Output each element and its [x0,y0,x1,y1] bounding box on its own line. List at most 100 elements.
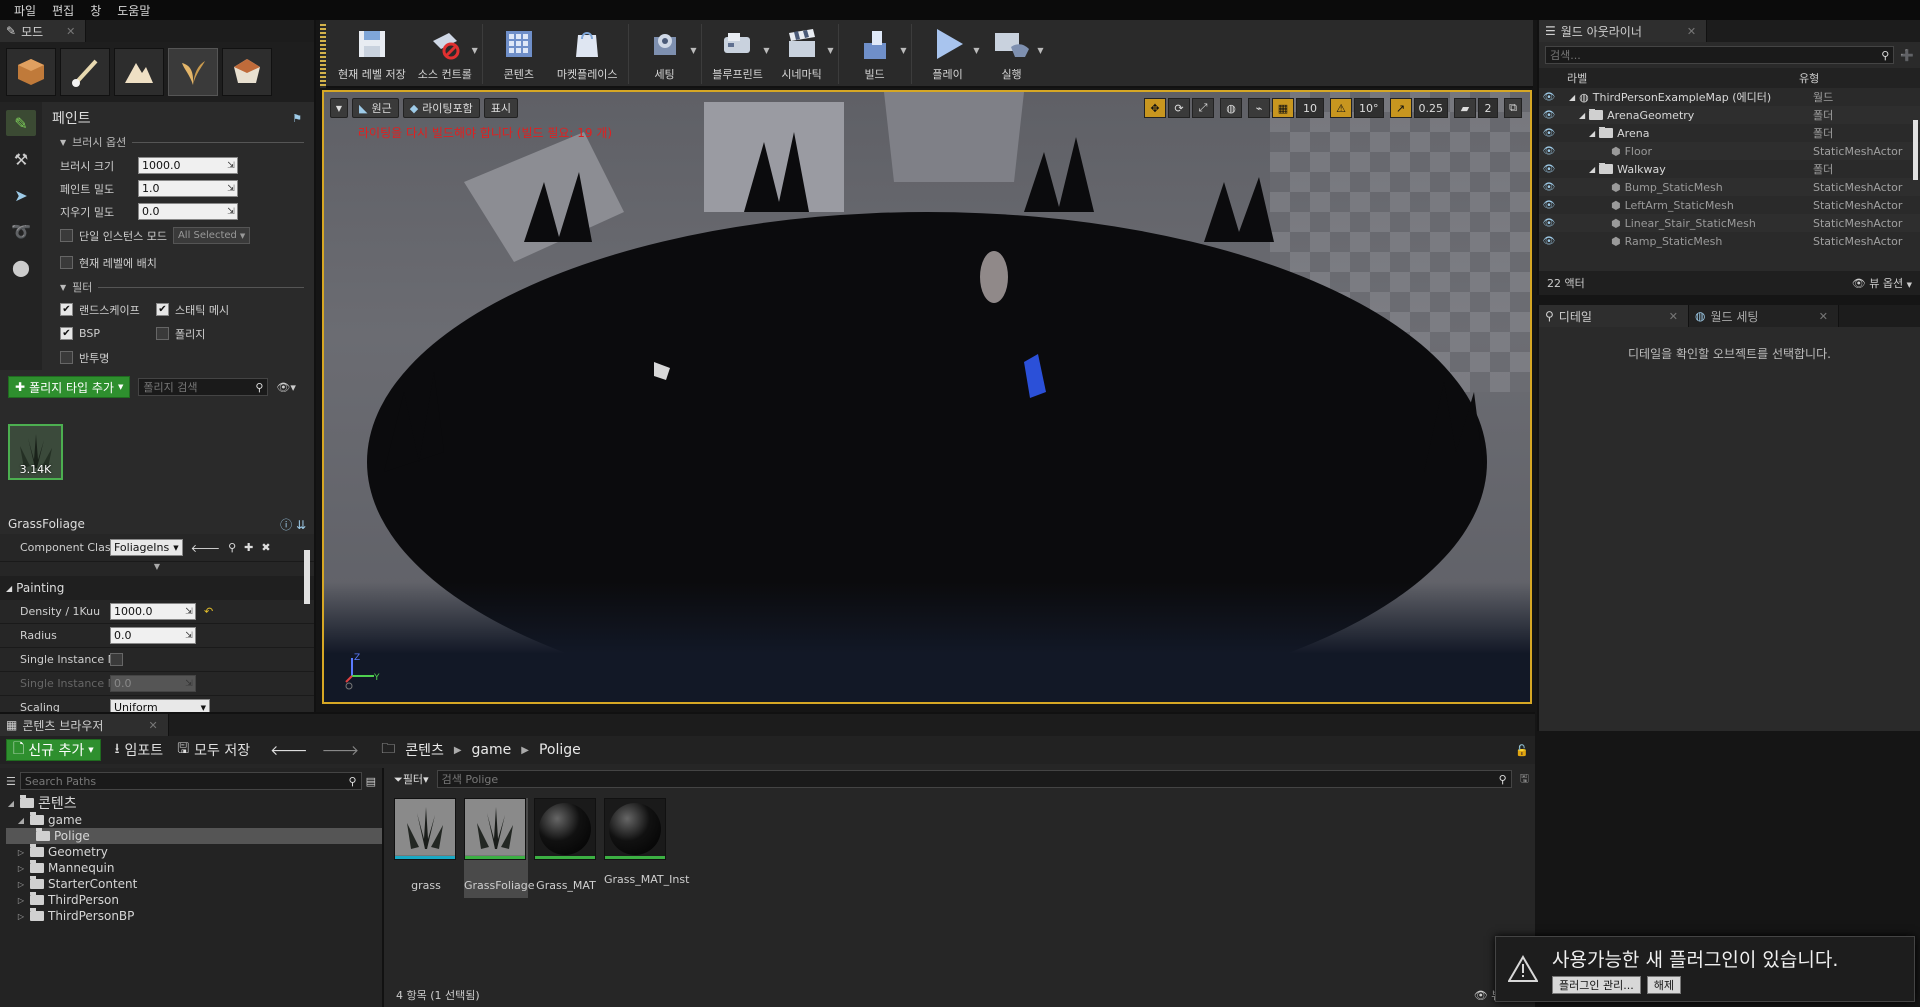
add-foliage-type-button[interactable]: ✚ 폴리지 타입 추가 ▼ [8,376,131,398]
asset-tile-grass-foliage[interactable]: GrassFoliage [464,798,535,898]
scale-snap-toggle[interactable]: ↗ [1389,98,1412,118]
filter-bsp-checkbox[interactable]: ✔ [60,327,73,340]
foliage-search-input[interactable]: 폴리지 검색 ⚲ [138,378,269,396]
landscape-mode-button[interactable] [114,48,164,96]
visibility-eye-icon[interactable]: 👁 [1539,128,1559,139]
tab-details[interactable]: ⚲ 디테일 ✕ [1539,305,1689,327]
visibility-eye-icon[interactable]: 👁 [1539,200,1559,211]
chevron-down-icon[interactable]: ▼ [690,46,696,55]
grid-snap-toggle[interactable]: ▦ [1272,98,1294,118]
blueprint-button[interactable]: 블루프린트 ▼ [706,24,770,82]
content-button[interactable]: 콘텐츠 [487,24,551,82]
eye-icon[interactable]: 👁▾ [276,381,296,394]
lock-icon[interactable]: 🔓 [1515,744,1529,757]
drag-arrows-icon[interactable]: ⇲ [225,184,237,194]
visibility-eye-icon[interactable]: 👁 [1539,218,1559,229]
dismiss-button[interactable]: 해제 [1646,975,1681,994]
filter-button[interactable]: ⏷필터▾ [394,771,429,787]
paint-tool-button[interactable]: ✎ [6,110,36,136]
add-actor-icon[interactable]: ➕ [1900,49,1914,62]
select-tool-button[interactable]: ➤ [6,182,36,208]
save-level-button[interactable]: 현재 레벨 저장 [332,24,412,82]
cinematics-button[interactable]: 시네마틱 ▼ [770,24,834,82]
radius-input[interactable]: 0.0 ⇲ [110,627,196,644]
place-mode-button[interactable] [6,48,56,96]
fill-tool-button[interactable]: ⬤ [6,254,36,280]
tree-item-starter-content[interactable]: ▷ StarterContent [6,876,382,892]
reset-icon[interactable]: ↶ [204,605,213,618]
outliner-row[interactable]: 👁 ⬢ Ramp_StaticMesh StaticMeshActor [1539,232,1920,250]
close-icon[interactable]: ✕ [1687,25,1696,38]
rotate-mode-button[interactable]: ⟳ [1168,98,1190,118]
outliner-row[interactable]: 👁 ⬢ Bump_StaticMesh StaticMeshActor [1539,178,1920,196]
tab-modes[interactable]: ✎ 모드 ✕ [0,20,87,42]
level-viewport[interactable]: ▼ ◣ 원근 ◆ 라이팅포함 표시 라이팅을 다시 빌드해야 합니다 (빌드 필요:… [322,90,1532,704]
filter-foliage-checkbox[interactable] [156,327,169,340]
visibility-eye-icon[interactable]: 👁 [1539,146,1559,157]
tree-item-third-person-bp[interactable]: ▷ ThirdPersonBP [6,908,382,924]
scrollbar[interactable] [304,550,310,604]
drag-arrows-icon[interactable]: ⇲ [225,161,237,171]
menu-window[interactable]: 창 [82,2,109,19]
toolbar-grip[interactable] [320,24,326,88]
outliner-row[interactable]: 👁 ⬢ Linear_Stair_StaticMesh StaticMeshActor [1539,214,1920,232]
tree-item-third-person[interactable]: ▷ ThirdPerson [6,892,382,908]
brush-size-input[interactable]: 1000.0 ⇲ [138,157,238,174]
outliner-row[interactable]: 👁 ⬢ Floor StaticMeshActor [1539,142,1920,160]
expand-arrow-icon[interactable]: ▷ [16,912,26,921]
grid-snap-value[interactable]: 10 [1296,98,1324,118]
paint-mode-button[interactable] [60,48,110,96]
viewport-options-button[interactable]: ▼ [330,98,348,118]
chevron-down-icon[interactable]: ▼ [900,46,906,55]
asset-tile-grass-mat-inst[interactable]: Grass_MAT_Inst [604,798,689,886]
drag-arrows-icon[interactable]: ⇲ [225,207,237,217]
pin-icon[interactable]: ⚑ [292,112,302,125]
asset-search-input[interactable]: 검색 Polige ⚲ [436,770,1512,788]
rotation-snap-value[interactable]: 10° [1354,98,1384,118]
foliage-type-tile[interactable]: 3.14K [8,424,63,480]
expand-arrow-icon[interactable]: ◢ [1589,165,1595,174]
source-control-button[interactable]: 소스 컨트롤 ▼ [412,24,478,82]
expand-arrow-icon[interactable]: ◢ [6,799,16,808]
settings-button[interactable]: 세팅 ▼ [633,24,697,82]
scale-snap-value[interactable]: 0.25 [1413,98,1448,118]
painting-section-header[interactable]: ◢ Painting [0,576,314,600]
expand-arrow-icon[interactable]: ▼ [0,562,314,576]
visibility-eye-icon[interactable]: 👁 [1539,182,1559,193]
translate-mode-button[interactable]: ✥ [1144,98,1166,118]
show-button[interactable]: 표시 [483,98,519,118]
play-button[interactable]: 플레이 ▼ [916,24,980,82]
launch-button[interactable]: 실행 ▼ [980,24,1044,82]
visibility-eye-icon[interactable]: 👁 [1539,92,1559,103]
tab-world-outliner[interactable]: ☰ 월드 아웃라이너 ✕ [1539,20,1708,42]
filter-static-mesh-checkbox[interactable]: ✔ [156,303,169,316]
build-button[interactable]: 빌드 ▼ [843,24,907,82]
lasso-tool-button[interactable]: ➰ [6,218,36,244]
expand-arrow-icon[interactable]: ◢ [1579,111,1585,120]
expand-arrow-icon[interactable]: ▷ [16,848,26,857]
close-icon[interactable]: ✕ [148,719,157,732]
outliner-row[interactable]: 👁 ◢ Arena 폴더 [1539,124,1920,142]
tab-world-settings[interactable]: ◍ 월드 세팅 ✕ [1689,305,1839,327]
help-icon[interactable]: ⓘ ⇊ [280,516,306,533]
outliner-row[interactable]: 👁 ◢ Walkway 폴더 [1539,160,1920,178]
breadcrumb-polige[interactable]: Polige [539,742,581,758]
tree-item-geometry[interactable]: ▷ Geometry [6,844,382,860]
expand-arrow-icon[interactable]: ◢ [16,816,26,825]
expand-arrow-icon[interactable]: ▷ [16,880,26,889]
search-paths-input[interactable]: Search Paths ⚲ [19,772,362,790]
place-current-level-checkbox[interactable] [60,256,73,269]
tree-item-mannequin[interactable]: ▷ Mannequin [6,860,382,876]
breadcrumb-game[interactable]: game [472,742,512,758]
chevron-down-icon[interactable]: ▼ [1037,46,1043,55]
outliner-col-label[interactable]: 라벨 [1539,70,1799,86]
close-icon[interactable]: ✕ [66,25,75,38]
perspective-button[interactable]: ◣ 원근 [352,98,399,118]
save-all-button[interactable]: 🖫 모두 저장 [177,738,250,762]
outliner-row[interactable]: 👁 ◢ ArenaGeometry 폴더 [1539,106,1920,124]
geometry-mode-button[interactable] [222,48,272,96]
close-icon[interactable]: ✕ [1819,310,1828,323]
arrow-left-icon[interactable]: 🡐 [191,541,221,555]
surface-snap-button[interactable]: ⌁ [1248,98,1270,118]
filter-landscape-checkbox[interactable]: ✔ [60,303,73,316]
